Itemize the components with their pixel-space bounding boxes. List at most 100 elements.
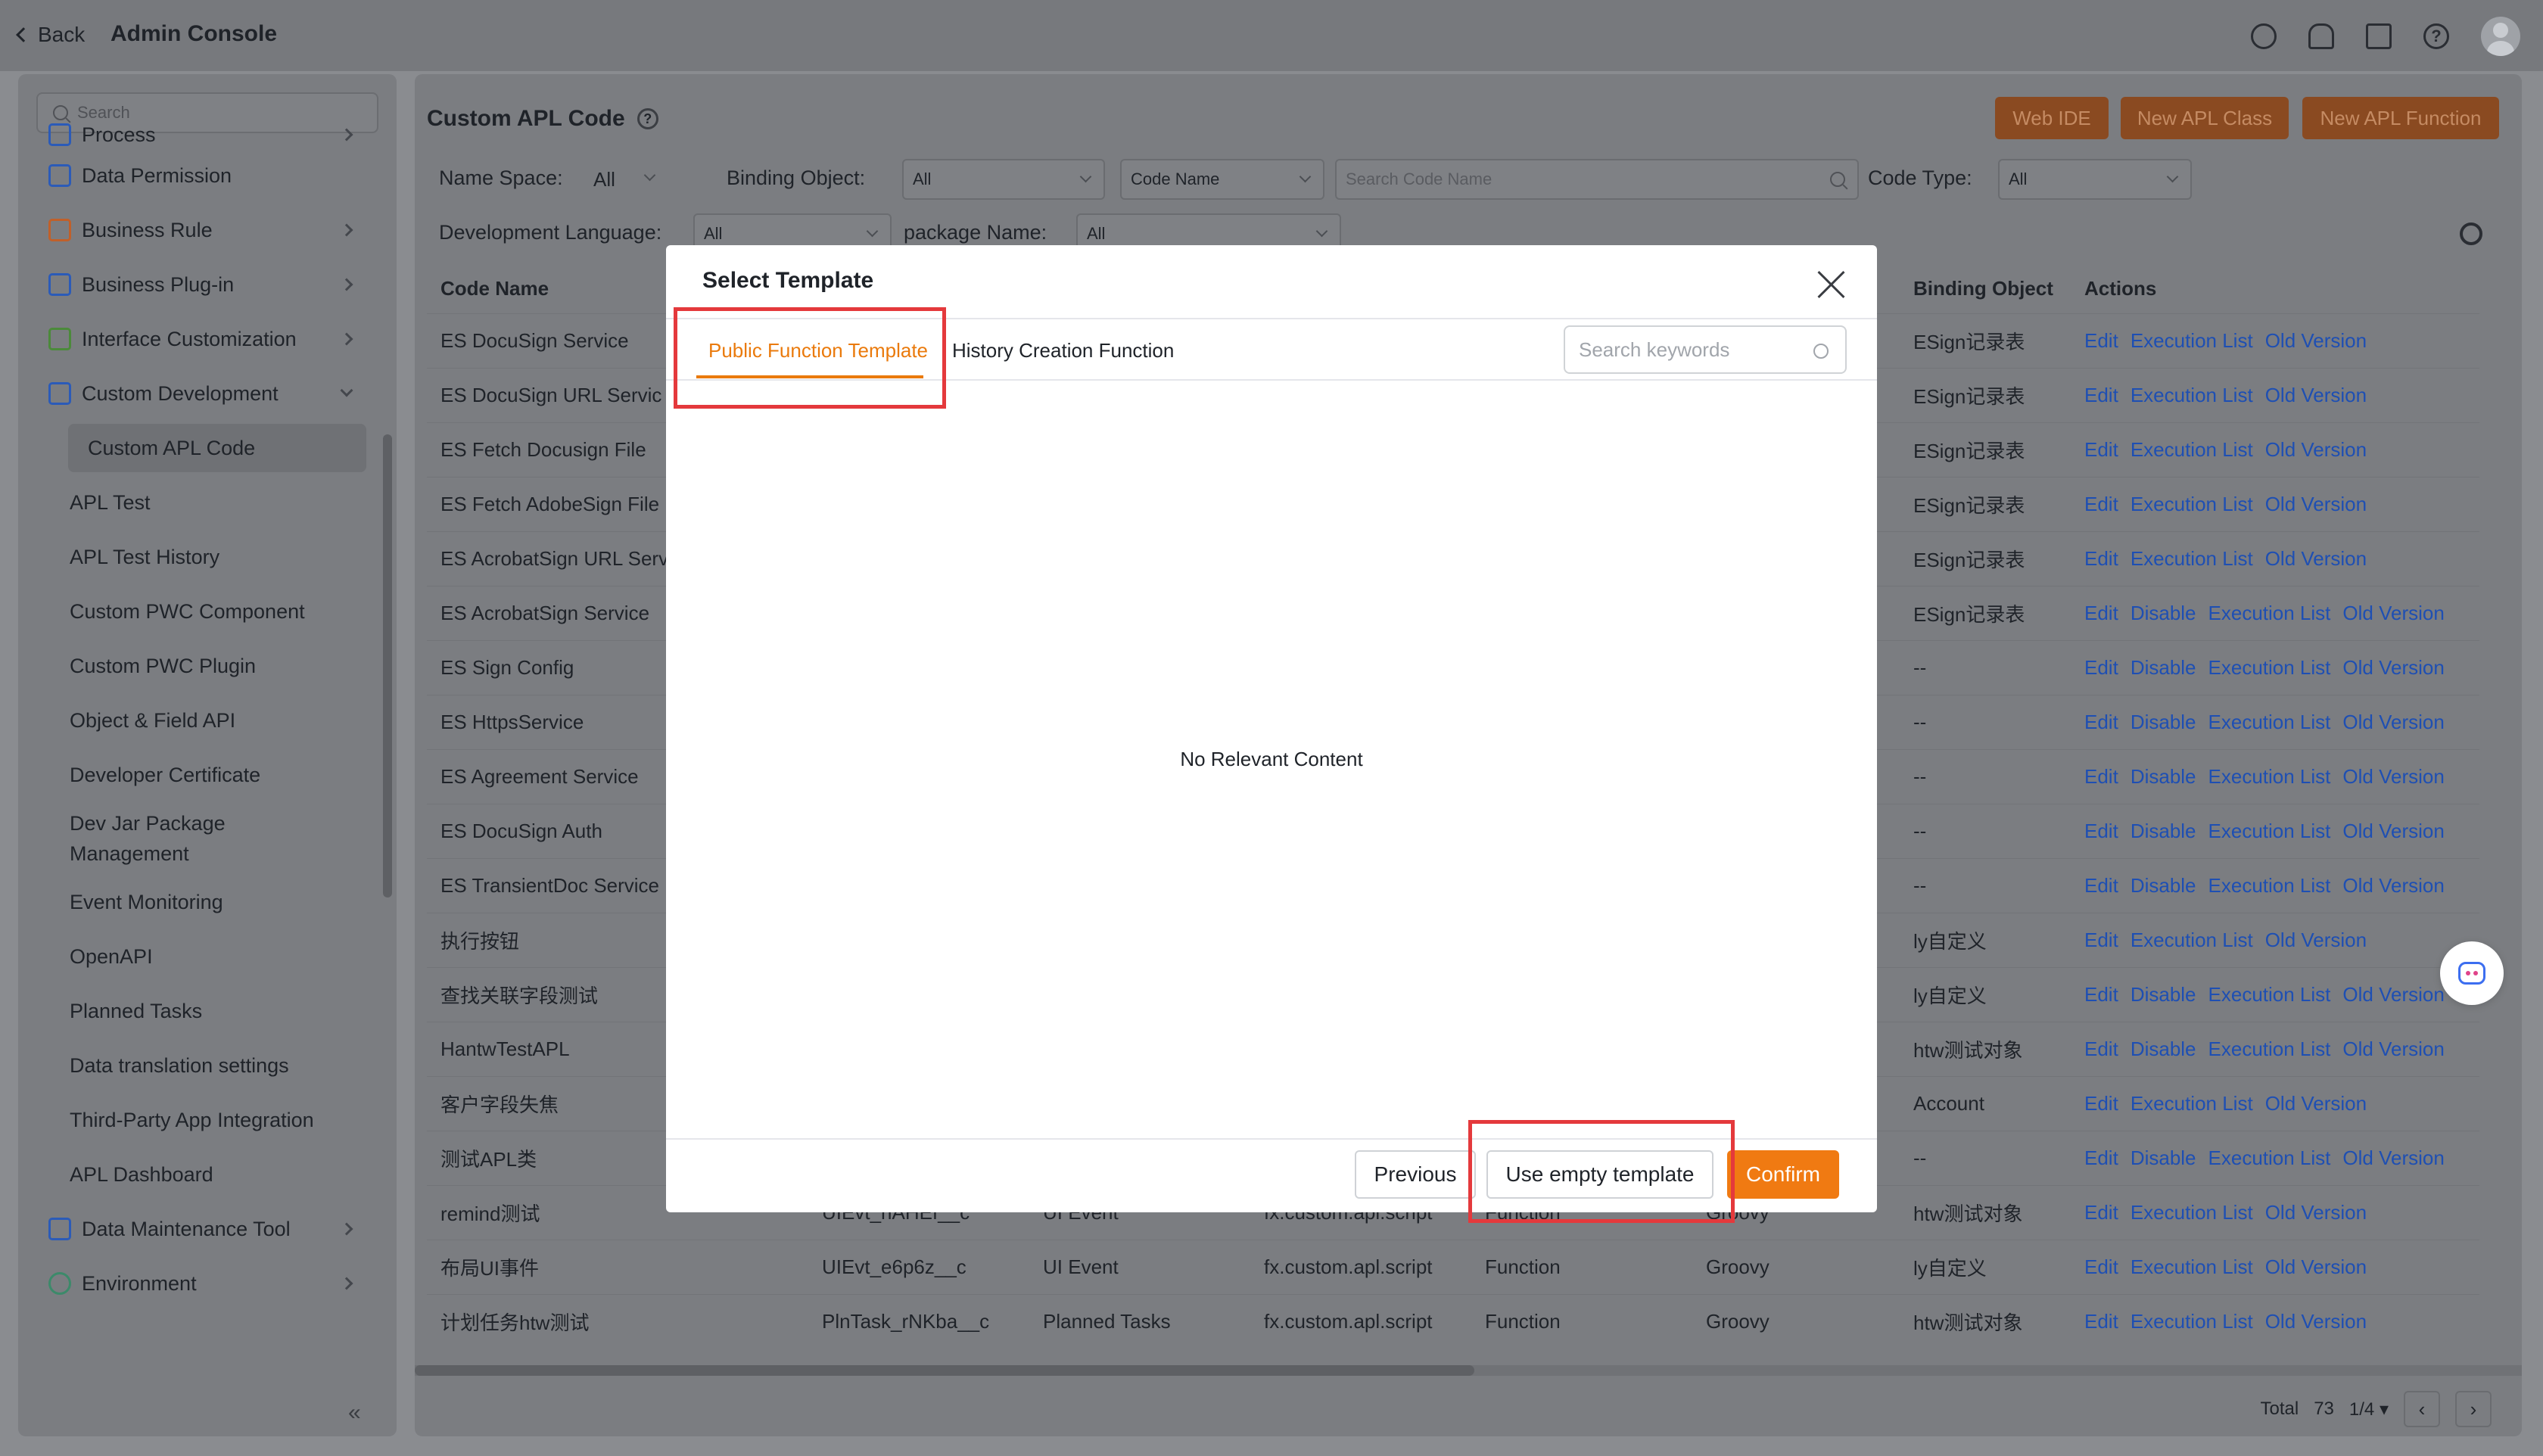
action-link-execution-list[interactable]: Execution List [2131,929,2253,951]
sidebar-item-apl-test-history[interactable]: APL Test History [18,533,374,581]
keyword-search-input[interactable]: Search keywords [1564,325,1847,374]
action-link-old-version[interactable]: Old Version [2342,656,2444,679]
action-link-old-version[interactable]: Old Version [2342,602,2444,624]
inbox-icon[interactable] [2366,23,2392,49]
action-link-edit[interactable]: Edit [2084,983,2118,1006]
action-link-disable[interactable]: Disable [2131,820,2196,842]
action-link-old-version[interactable]: Old Version [2342,983,2444,1006]
action-link-disable[interactable]: Disable [2131,1038,2196,1060]
sidebar-item-apl-test[interactable]: APL Test [18,478,374,527]
action-link-execution-list[interactable]: Execution List [2208,983,2331,1006]
help-icon[interactable]: ? [2423,23,2449,49]
confirm-button[interactable]: Confirm [1727,1150,1839,1199]
avatar[interactable] [2481,17,2520,56]
action-link-disable[interactable]: Disable [2131,711,2196,733]
table-row[interactable]: 计划任务htw测试 PlnTask_rNKba__c Planned Tasks fx… [427,1293,2479,1349]
action-link-edit[interactable]: Edit [2084,547,2118,570]
sidebar-scrollbar[interactable] [383,434,392,898]
sidebar-item-data-maintenance-tool[interactable]: Data Maintenance Tool [18,1205,374,1253]
action-link-edit[interactable]: Edit [2084,384,2118,406]
action-link-execution-list[interactable]: Execution List [2208,602,2331,624]
action-link-execution-list[interactable]: Execution List [2208,1038,2331,1060]
table-row[interactable]: 布局UI事件 UIEvt_e6p6z__c UI Event fx.custom.ap… [427,1239,2479,1294]
action-link-edit[interactable]: Edit [2084,438,2118,461]
action-link-execution-list[interactable]: Execution List [2208,656,2331,679]
action-link-old-version[interactable]: Old Version [2342,1038,2444,1060]
sidebar-item-interface-customization[interactable]: Interface Customization [18,315,374,363]
bell-icon[interactable] [2308,23,2334,49]
action-link-old-version[interactable]: Old Version [2265,329,2367,352]
previous-button[interactable]: Previous [1355,1150,1476,1199]
sidebar-item-dev-jar-package[interactable]: Dev Jar Package Management [18,805,245,872]
code-type-select[interactable]: All [1998,159,2192,200]
new-apl-class-button[interactable]: New APL Class [2121,97,2289,139]
action-link-old-version[interactable]: Old Version [2265,1092,2367,1115]
web-ide-button[interactable]: Web IDE [1995,97,2109,139]
action-link-execution-list[interactable]: Execution List [2208,1146,2331,1169]
action-link-edit[interactable]: Edit [2084,1201,2118,1224]
action-link-old-version[interactable]: Old Version [2265,438,2367,461]
settings-gear-icon[interactable] [2460,222,2482,245]
action-link-execution-list[interactable]: Execution List [2131,384,2253,406]
back-button[interactable]: Back [16,23,85,47]
close-icon[interactable] [1816,269,1847,300]
sidebar-item-data-permission[interactable]: Data Permission [18,151,374,200]
action-link-old-version[interactable]: Old Version [2265,1310,2367,1333]
action-link-edit[interactable]: Edit [2084,656,2118,679]
code-name-select[interactable]: Code Name [1120,159,1324,200]
sidebar-item-openapi[interactable]: OpenAPI [18,932,374,981]
sidebar-item-custom-pwc-plugin[interactable]: Custom PWC Plugin [18,642,374,690]
sidebar-item-object-field-api[interactable]: Object & Field API [18,696,374,745]
sidebar-item-process[interactable]: Process [18,117,374,153]
action-link-execution-list[interactable]: Execution List [2131,1092,2253,1115]
sidebar-item-planned-tasks[interactable]: Planned Tasks [18,987,374,1035]
action-link-disable[interactable]: Disable [2131,874,2196,897]
action-link-old-version[interactable]: Old Version [2342,711,2444,733]
scroll-thumb[interactable] [415,1365,1474,1376]
sidebar-item-apl-dashboard[interactable]: APL Dashboard [18,1150,374,1199]
action-link-edit[interactable]: Edit [2084,820,2118,842]
action-link-disable[interactable]: Disable [2131,656,2196,679]
action-link-edit[interactable]: Edit [2084,711,2118,733]
namespace-select[interactable]: All [584,159,668,200]
sidebar-item-developer-certificate[interactable]: Developer Certificate [18,751,374,799]
action-link-disable[interactable]: Disable [2131,602,2196,624]
sidebar-item-environment[interactable]: Environment [18,1259,374,1308]
question-icon[interactable]: ? [637,108,658,129]
action-link-execution-list[interactable]: Execution List [2131,438,2253,461]
collapse-sidebar-icon[interactable]: « [348,1400,361,1426]
action-link-execution-list[interactable]: Execution List [2208,711,2331,733]
action-link-old-version[interactable]: Old Version [2265,493,2367,515]
action-link-edit[interactable]: Edit [2084,1310,2118,1333]
action-link-old-version[interactable]: Old Version [2265,929,2367,951]
action-link-disable[interactable]: Disable [2131,1146,2196,1169]
action-link-old-version[interactable]: Old Version [2342,820,2444,842]
action-link-edit[interactable]: Edit [2084,929,2118,951]
action-link-old-version[interactable]: Old Version [2342,765,2444,788]
sidebar-item-third-party-app[interactable]: Third-Party App Integration [18,1096,374,1144]
action-link-edit[interactable]: Edit [2084,765,2118,788]
next-page-button[interactable]: › [2455,1391,2492,1427]
action-link-disable[interactable]: Disable [2131,983,2196,1006]
page-select[interactable]: 1/4 ▾ [2349,1398,2389,1420]
action-link-edit[interactable]: Edit [2084,602,2118,624]
action-link-old-version[interactable]: Old Version [2265,384,2367,406]
action-link-execution-list[interactable]: Execution List [2131,1310,2253,1333]
action-link-old-version[interactable]: Old Version [2265,1255,2367,1278]
tab-public-function-template[interactable]: Public Function Template [708,339,928,362]
sidebar-item-custom-development[interactable]: Custom Development [18,369,374,418]
action-link-edit[interactable]: Edit [2084,874,2118,897]
action-link-execution-list[interactable]: Execution List [2208,765,2331,788]
tab-history-creation-function[interactable]: History Creation Function [952,339,1174,362]
action-link-old-version[interactable]: Old Version [2265,1201,2367,1224]
assistant-bot-button[interactable] [2440,941,2504,1005]
binding-object-select[interactable]: All [902,159,1105,200]
horizontal-scrollbar[interactable] [415,1365,2522,1376]
sidebar-item-custom-apl-code[interactable]: Custom APL Code [68,424,366,472]
chat-icon[interactable] [2251,23,2277,49]
code-name-search-input[interactable]: Search Code Name [1335,159,1859,200]
action-link-edit[interactable]: Edit [2084,1146,2118,1169]
action-link-execution-list[interactable]: Execution List [2131,493,2253,515]
action-link-execution-list[interactable]: Execution List [2131,1255,2253,1278]
action-link-edit[interactable]: Edit [2084,329,2118,352]
